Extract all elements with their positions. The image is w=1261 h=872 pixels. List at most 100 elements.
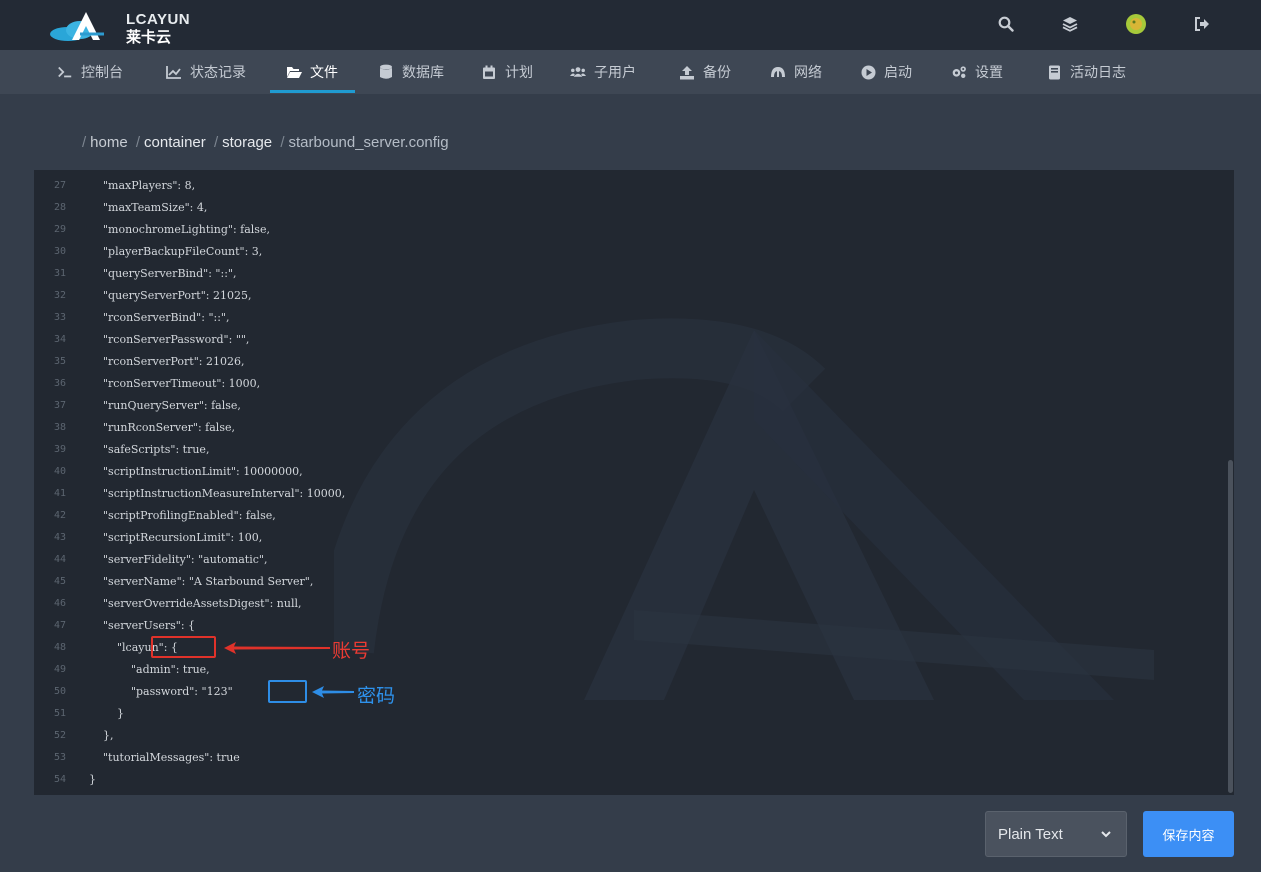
code-line[interactable]: 45 "serverName": "A Starbound Server", bbox=[34, 571, 1214, 593]
chart-icon bbox=[166, 64, 182, 80]
code-line[interactable]: 36 "rconServerTimeout": 1000, bbox=[34, 373, 1214, 395]
nav-item-files[interactable]: 文件 bbox=[286, 50, 338, 94]
nav-item-console[interactable]: 控制台 bbox=[57, 50, 123, 94]
nav-item-label: 子用户 bbox=[594, 64, 636, 80]
line-number: 32 bbox=[53, 290, 66, 301]
code-text: "rconServerPassword": "", bbox=[89, 333, 250, 346]
language-select-value: Plain Text bbox=[998, 825, 1063, 843]
line-number: 38 bbox=[53, 422, 66, 433]
nav-item-label: 备份 bbox=[703, 64, 731, 80]
code-text: "admin": true, bbox=[89, 663, 210, 676]
save-content-button[interactable]: 保存内容 bbox=[1143, 811, 1234, 857]
code-line[interactable]: 42 "scriptProfilingEnabled": false, bbox=[34, 505, 1214, 527]
avatar[interactable] bbox=[1124, 12, 1148, 36]
code-line[interactable]: 28 "maxTeamSize": 4, bbox=[34, 197, 1214, 219]
code-text: "maxTeamSize": 4, bbox=[89, 201, 208, 214]
top-header: LCAYUN 莱卡云 bbox=[0, 0, 1261, 50]
line-number: 49 bbox=[53, 664, 66, 675]
line-number: 44 bbox=[53, 554, 66, 565]
language-select[interactable]: Plain Text bbox=[985, 811, 1127, 857]
code-text: } bbox=[89, 773, 96, 786]
code-text: "tutorialMessages": true bbox=[89, 751, 240, 764]
code-text: }, bbox=[89, 729, 114, 742]
code-line[interactable]: 38 "runRconServer": false, bbox=[34, 417, 1214, 439]
line-number: 50 bbox=[53, 686, 66, 697]
nav-item-activity-log[interactable]: 活动日志 bbox=[1046, 50, 1126, 94]
nav-item-label: 数据库 bbox=[402, 64, 444, 80]
code-editor[interactable]: 27 "maxPlayers": 8, 28 "maxTeamSize": 4,… bbox=[34, 170, 1234, 795]
code-text: "password": "123" bbox=[89, 685, 233, 698]
code-line[interactable]: 35 "rconServerPort": 21026, bbox=[34, 351, 1214, 373]
nav-item-network[interactable]: 网络 bbox=[770, 50, 822, 94]
code-line[interactable]: 29 "monochromeLighting": false, bbox=[34, 219, 1214, 241]
code-text: "queryServerBind": "::", bbox=[89, 267, 237, 280]
nav-item-label: 计划 bbox=[505, 64, 533, 80]
nav-item-database[interactable]: 数据库 bbox=[378, 50, 444, 94]
code-line[interactable]: 33 "rconServerBind": "::", bbox=[34, 307, 1214, 329]
editor-scrollbar[interactable] bbox=[1228, 460, 1233, 793]
folder-open-icon bbox=[286, 64, 302, 80]
line-number: 28 bbox=[53, 202, 66, 213]
nav-item-label: 启动 bbox=[884, 64, 912, 80]
code-line[interactable]: 46 "serverOverrideAssetsDigest": null, bbox=[34, 593, 1214, 615]
code-text: "rconServerBind": "::", bbox=[89, 311, 230, 324]
nav-item-subusers[interactable]: 子用户 bbox=[570, 50, 636, 94]
code-line[interactable]: 27 "maxPlayers": 8, bbox=[34, 175, 1214, 197]
line-number: 39 bbox=[53, 444, 66, 455]
code-line[interactable]: 34 "rconServerPassword": "", bbox=[34, 329, 1214, 351]
red-arrow-icon bbox=[224, 642, 330, 654]
breadcrumb-home[interactable]: home bbox=[90, 134, 128, 151]
code-line[interactable]: 47 "serverUsers": { bbox=[34, 615, 1214, 637]
code-text: "monochromeLighting": false, bbox=[89, 223, 270, 236]
line-number: 40 bbox=[53, 466, 66, 477]
nav-item-label: 控制台 bbox=[81, 64, 123, 80]
nav-item-schedule[interactable]: 计划 bbox=[481, 50, 533, 94]
line-number: 47 bbox=[53, 620, 66, 631]
logo[interactable]: LCAYUN 莱卡云 bbox=[50, 6, 190, 46]
code-line[interactable]: 44 "serverFidelity": "automatic", bbox=[34, 549, 1214, 571]
code-line[interactable]: 41 "scriptInstructionMeasureInterval": 1… bbox=[34, 483, 1214, 505]
line-number: 29 bbox=[53, 224, 66, 235]
code-line[interactable]: 40 "scriptInstructionLimit": 10000000, bbox=[34, 461, 1214, 483]
code-text: "playerBackupFileCount": 3, bbox=[89, 245, 263, 258]
code-line[interactable]: 31 "queryServerBind": "::", bbox=[34, 263, 1214, 285]
code-line[interactable]: 50 "password": "123" bbox=[34, 681, 1214, 703]
code-line[interactable]: 49 "admin": true, bbox=[34, 659, 1214, 681]
terminal-icon bbox=[57, 64, 73, 80]
breadcrumb-container[interactable]: container bbox=[144, 134, 206, 151]
breadcrumb-storage[interactable]: storage bbox=[222, 134, 272, 151]
book-icon bbox=[1046, 64, 1062, 80]
line-number: 30 bbox=[53, 246, 66, 257]
breadcrumb-separator: / bbox=[280, 134, 285, 151]
code-line[interactable]: 52 }, bbox=[34, 725, 1214, 747]
code-text: "safeScripts": true, bbox=[89, 443, 210, 456]
code-line[interactable]: 54} bbox=[34, 769, 1214, 791]
code-line[interactable]: 30 "playerBackupFileCount": 3, bbox=[34, 241, 1214, 263]
code-lines: 27 "maxPlayers": 8, 28 "maxTeamSize": 4,… bbox=[34, 175, 1214, 791]
code-text: "runQueryServer": false, bbox=[89, 399, 241, 412]
nav-item-backup[interactable]: 备份 bbox=[679, 50, 731, 94]
layers-icon[interactable] bbox=[1058, 12, 1082, 36]
nav-item-settings[interactable]: 设置 bbox=[951, 50, 1003, 94]
code-line[interactable]: 37 "runQueryServer": false, bbox=[34, 395, 1214, 417]
line-number: 46 bbox=[53, 598, 66, 609]
code-text: "scriptInstructionLimit": 10000000, bbox=[89, 465, 303, 478]
line-number: 45 bbox=[53, 576, 66, 587]
search-icon[interactable] bbox=[994, 12, 1018, 36]
breadcrumb-current-file: starbound_server.config bbox=[288, 134, 449, 151]
code-line[interactable]: 43 "scriptRecursionLimit": 100, bbox=[34, 527, 1214, 549]
line-number: 27 bbox=[53, 180, 66, 191]
logout-icon[interactable] bbox=[1190, 12, 1214, 36]
code-text: "rconServerPort": 21026, bbox=[89, 355, 245, 368]
line-number: 42 bbox=[53, 510, 66, 521]
code-text: "rconServerTimeout": 1000, bbox=[89, 377, 261, 390]
code-line[interactable]: 53 "tutorialMessages": true bbox=[34, 747, 1214, 769]
line-number: 37 bbox=[53, 400, 66, 411]
code-line[interactable]: 32 "queryServerPort": 21025, bbox=[34, 285, 1214, 307]
nav-item-startup[interactable]: 启动 bbox=[860, 50, 912, 94]
account-highlight-box bbox=[151, 636, 216, 658]
nav-item-status[interactable]: 状态记录 bbox=[166, 50, 246, 94]
code-text: "serverUsers": { bbox=[89, 619, 196, 632]
code-line[interactable]: 51 } bbox=[34, 703, 1214, 725]
code-line[interactable]: 39 "safeScripts": true, bbox=[34, 439, 1214, 461]
